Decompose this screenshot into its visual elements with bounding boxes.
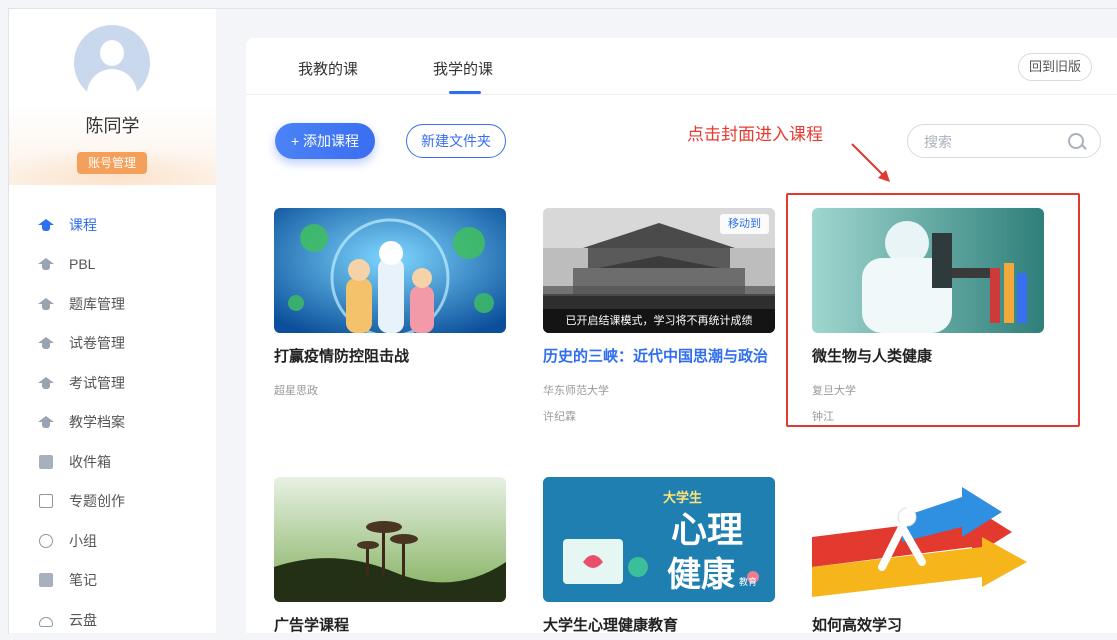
course-title[interactable]: 打赢疫情防控阻击战 xyxy=(274,345,506,368)
course-card[interactable]: 广告学课程 xyxy=(274,477,506,637)
course-ended-notice: 已开启结课模式，学习将不再统计成绩 xyxy=(543,309,775,333)
tab-teaching[interactable]: 我教的课 xyxy=(298,58,358,79)
main-panel: 我教的课 我学的课 回到旧版 + 添加课程 新建文件夹 点击封面进入课程 搜索 … xyxy=(246,38,1117,634)
sidebar-item-label: 题库管理 xyxy=(69,295,125,312)
graduation-cap-icon xyxy=(38,415,54,429)
course-cover[interactable] xyxy=(274,208,506,333)
sidebar-item-courses[interactable]: 课程 xyxy=(9,205,216,245)
avatar-body xyxy=(87,69,137,101)
sidebar-item-archives[interactable]: 教学档案 xyxy=(9,403,216,443)
cover-text-mind: 心理 xyxy=(671,509,744,550)
course-cover[interactable]: 大学生 心理 健康 教育 xyxy=(543,477,775,602)
cover-epidemic-image xyxy=(274,208,506,333)
course-title[interactable]: 历史的三峡：近代中国思潮与政治 xyxy=(543,345,775,368)
sidebar-item-pbl[interactable]: PBL xyxy=(9,245,216,285)
sidebar-item-groups[interactable]: 小组 xyxy=(9,521,216,561)
move-to-button[interactable]: 移动到 xyxy=(720,214,769,234)
avatar[interactable] xyxy=(74,25,150,101)
sidebar-item-label: 课程 xyxy=(69,216,97,233)
sidebar-item-papers[interactable]: 试卷管理 xyxy=(9,324,216,364)
sidebar-item-notes[interactable]: 笔记 xyxy=(9,561,216,601)
sidebar: 陈同学 账号管理 课程 PBL 题库管理 试卷管理 考试管理 教学档案 收件箱 … xyxy=(9,9,216,633)
annotation-arrow-icon xyxy=(851,143,890,182)
sidebar-item-label: PBL xyxy=(69,256,96,273)
note-icon xyxy=(39,573,53,588)
sidebar-item-label: 试卷管理 xyxy=(69,335,125,352)
search-box[interactable] xyxy=(907,124,1101,158)
course-cover[interactable] xyxy=(812,208,1044,333)
cover-microbiology-image xyxy=(812,208,1044,333)
course-card[interactable]: 如何高效学习 xyxy=(812,477,1044,637)
course-title[interactable]: 大学生心理健康教育 xyxy=(543,614,775,637)
search-input[interactable] xyxy=(922,131,1066,153)
course-school: 华东师范大学 xyxy=(543,385,609,397)
course-cover[interactable] xyxy=(274,477,506,602)
sidebar-item-label: 考试管理 xyxy=(69,374,125,391)
sidebar-item-inbox[interactable]: 收件箱 xyxy=(9,442,216,482)
sidebar-item-label: 专题创作 xyxy=(69,493,125,510)
graduation-cap-icon xyxy=(38,218,54,232)
tab-learning[interactable]: 我学的课 xyxy=(433,58,493,79)
account-management-button[interactable]: 账号管理 xyxy=(77,152,147,174)
course-card[interactable]: 大学生 心理 健康 教育 大学生心理健康教育 xyxy=(543,477,775,637)
cover-text-education: 教育 xyxy=(739,577,758,587)
sidebar-item-label: 小组 xyxy=(69,532,97,549)
sidebar-item-question-bank[interactable]: 题库管理 xyxy=(9,284,216,324)
course-title[interactable]: 微生物与人类健康 xyxy=(812,345,1044,368)
active-tab-indicator xyxy=(449,91,481,94)
group-icon xyxy=(39,533,53,548)
annotation-text: 点击封面进入课程 xyxy=(687,125,823,144)
cloud-icon xyxy=(39,616,53,627)
course-title[interactable]: 广告学课程 xyxy=(274,614,506,637)
sidebar-nav: 课程 PBL 题库管理 试卷管理 考试管理 教学档案 收件箱 专题创作 小组 笔… xyxy=(9,205,216,640)
course-card[interactable]: 打赢疫情防控阻击战 超星思政 xyxy=(274,208,506,398)
sidebar-item-cloud[interactable]: 云盘 xyxy=(9,600,216,640)
avatar-head xyxy=(100,40,124,66)
graduation-cap-icon xyxy=(38,257,54,271)
search-icon[interactable] xyxy=(1068,133,1084,149)
sidebar-item-topics[interactable]: 专题创作 xyxy=(9,482,216,522)
course-cover[interactable]: 移动到 已开启结课模式，学习将不再统计成绩 xyxy=(543,208,775,333)
course-school: 复旦大学 xyxy=(812,385,856,397)
course-tabs: 我教的课 我学的课 回到旧版 xyxy=(246,38,1117,95)
course-card[interactable]: 微生物与人类健康 复旦大学 钟江 xyxy=(812,208,1044,424)
inbox-icon xyxy=(39,454,53,469)
old-version-button[interactable]: 回到旧版 xyxy=(1018,53,1092,81)
cover-advertising-image xyxy=(274,477,506,602)
course-school: 超星思政 xyxy=(274,385,318,397)
course-teacher: 钟江 xyxy=(812,411,834,423)
graduation-cap-icon xyxy=(38,336,54,350)
sidebar-item-label: 收件箱 xyxy=(69,453,111,470)
sidebar-item-label: 云盘 xyxy=(69,611,97,628)
sidebar-item-label: 笔记 xyxy=(69,572,97,589)
new-folder-button[interactable]: 新建文件夹 xyxy=(406,124,506,158)
course-cover[interactable] xyxy=(812,477,1044,602)
course-title[interactable]: 如何高效学习 xyxy=(812,614,1044,637)
sidebar-item-label: 教学档案 xyxy=(69,414,125,431)
add-course-button[interactable]: + 添加课程 xyxy=(275,123,375,159)
graduation-cap-icon xyxy=(38,297,54,311)
window-icon xyxy=(39,494,53,509)
profile-panel: 陈同学 账号管理 xyxy=(9,9,216,185)
user-name: 陈同学 xyxy=(85,116,140,136)
graduation-cap-icon xyxy=(38,376,54,390)
cover-text-health: 健康 xyxy=(667,556,735,594)
cover-learning-image xyxy=(812,477,1044,602)
course-teacher: 许纪霖 xyxy=(543,411,576,423)
course-card[interactable]: 移动到 已开启结课模式，学习将不再统计成绩 历史的三峡：近代中国思潮与政治 华东… xyxy=(543,208,775,424)
sidebar-item-exams[interactable]: 考试管理 xyxy=(9,363,216,403)
